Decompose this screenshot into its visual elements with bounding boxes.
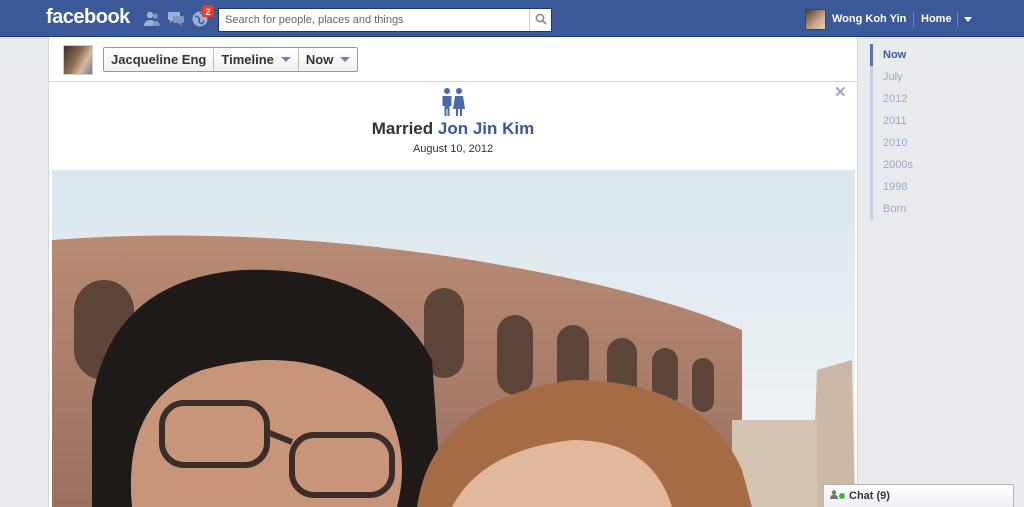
timeline-main: Jacqueline Eng Timeline Now ✕ Married Jo…: [48, 37, 858, 507]
home-link[interactable]: Home: [921, 13, 952, 25]
friend-requests-icon[interactable]: [143, 10, 161, 28]
timeline-nav-1998[interactable]: 1998: [870, 176, 990, 198]
search-box: [218, 8, 552, 32]
profile-name-label: Jacqueline Eng: [111, 52, 207, 67]
life-event-type: Married: [371, 119, 434, 138]
search-button[interactable]: [529, 9, 551, 31]
life-event-photo[interactable]: [52, 170, 855, 507]
nav-divider: [957, 12, 958, 27]
timeline-year-nav: Now July 2012 2011 2010 2000s 1998 Born: [870, 44, 990, 220]
search-input[interactable]: [219, 9, 529, 31]
chat-user-icon: [830, 490, 838, 502]
life-event-title: Married Jon Jin Kim: [49, 119, 857, 139]
timeline-header: Jacqueline Eng Timeline Now: [49, 37, 857, 82]
chat-label: Chat (9): [849, 490, 890, 502]
timeline-nav-july[interactable]: July: [870, 66, 990, 88]
timeline-nav-2000s[interactable]: 2000s: [870, 154, 990, 176]
timeline-section-dropdown[interactable]: Timeline: [214, 48, 299, 71]
timeline-nav-2011[interactable]: 2011: [870, 110, 990, 132]
messages-icon[interactable]: [167, 10, 185, 28]
close-icon[interactable]: ✕: [834, 83, 847, 101]
chevron-down-icon: [280, 57, 291, 62]
life-event-date: August 10, 2012: [412, 143, 494, 155]
timeline-nav-now[interactable]: Now: [870, 44, 990, 66]
timeline-period-dropdown[interactable]: Now: [299, 48, 357, 71]
profile-name-button[interactable]: Jacqueline Eng: [104, 48, 215, 71]
partner-profile-link[interactable]: Jon Jin Kim: [438, 119, 534, 138]
timeline-breadcrumb: Jacqueline Eng Timeline Now: [103, 47, 359, 72]
married-couple-icon: [441, 87, 465, 120]
section-label: Timeline: [221, 52, 274, 67]
timeline-nav-born[interactable]: Born: [870, 198, 990, 220]
user-profile-link[interactable]: Wong Koh Yin: [832, 13, 906, 25]
search-icon: [535, 13, 547, 28]
facebook-logo[interactable]: facebook: [46, 6, 130, 29]
top-navigation-bar: facebook 2 Wong Koh Yin Home: [0, 0, 1024, 37]
chat-tab[interactable]: Chat (9): [823, 484, 1014, 507]
period-label: Now: [305, 52, 334, 67]
user-avatar[interactable]: [805, 9, 826, 30]
notification-count-badge: 2: [202, 5, 214, 17]
timeline-nav-2010[interactable]: 2010: [870, 132, 990, 154]
online-status-icon: [839, 493, 845, 499]
account-menu-chevron-down-icon[interactable]: [964, 17, 972, 22]
nav-divider: [913, 12, 914, 27]
profile-thumbnail[interactable]: [63, 45, 93, 75]
timeline-nav-2012[interactable]: 2012: [870, 88, 990, 110]
chevron-down-icon: [340, 57, 351, 62]
